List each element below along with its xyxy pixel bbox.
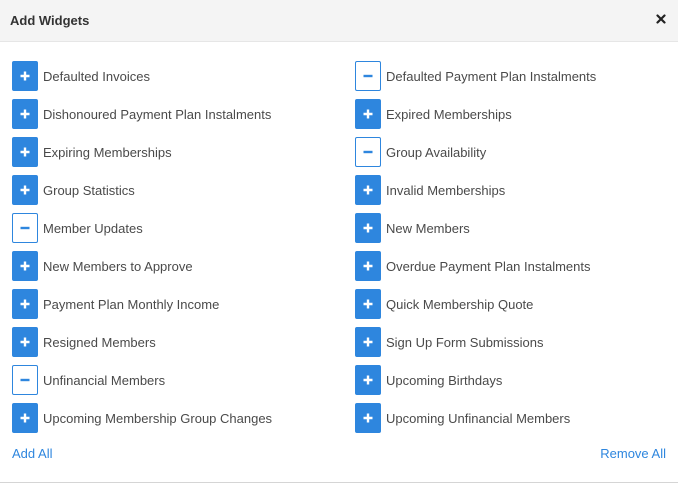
widget-label: New Members to Approve — [43, 258, 193, 274]
widget-item[interactable]: Group Availability — [355, 133, 596, 171]
widget-item[interactable]: Upcoming Birthdays — [355, 361, 596, 399]
widget-item[interactable]: Sign Up Form Submissions — [355, 323, 596, 361]
plus-icon — [363, 375, 373, 385]
widget-label: Upcoming Birthdays — [386, 372, 503, 388]
widget-item[interactable]: New Members to Approve — [12, 247, 272, 285]
minus-icon — [363, 150, 373, 154]
remove-widget-button[interactable] — [355, 137, 381, 167]
add-widget-button[interactable] — [355, 327, 381, 357]
modal-header: Add Widgets — [0, 0, 678, 42]
add-widget-button[interactable] — [355, 289, 381, 319]
widget-item[interactable]: Quick Membership Quote — [355, 285, 596, 323]
widget-label: Payment Plan Monthly Income — [43, 296, 220, 312]
plus-icon — [20, 71, 30, 81]
widget-list-right: Defaulted Payment Plan Instalments Expire… — [355, 57, 596, 437]
widget-label: Upcoming Unfinancial Members — [386, 410, 571, 426]
plus-icon — [20, 299, 30, 309]
widget-label: Defaulted Invoices — [43, 68, 150, 84]
plus-icon — [363, 337, 373, 347]
remove-all-link[interactable]: Remove All — [600, 446, 666, 461]
widget-label: Resigned Members — [43, 334, 156, 350]
widget-item[interactable]: Invalid Memberships — [355, 171, 596, 209]
widget-label: Expired Memberships — [386, 106, 512, 122]
widget-label: Upcoming Membership Group Changes — [43, 410, 273, 426]
widget-item[interactable]: Expired Memberships — [355, 95, 596, 133]
plus-icon — [363, 223, 373, 233]
widget-label: Overdue Payment Plan Instalments — [386, 258, 591, 274]
add-widget-button[interactable] — [355, 251, 381, 281]
widget-label: Dishonoured Payment Plan Instalments — [43, 106, 272, 122]
modal-title: Add Widgets — [10, 13, 90, 28]
widget-item[interactable]: Payment Plan Monthly Income — [12, 285, 272, 323]
minus-icon — [20, 226, 30, 230]
plus-icon — [20, 147, 30, 157]
plus-icon — [363, 413, 373, 423]
widget-item[interactable]: Group Statistics — [12, 171, 272, 209]
remove-widget-button[interactable] — [12, 365, 38, 395]
add-widget-button[interactable] — [355, 99, 381, 129]
plus-icon — [20, 185, 30, 195]
remove-widget-button[interactable] — [12, 213, 38, 243]
widget-label: Invalid Memberships — [386, 182, 506, 198]
widget-label: Member Updates — [43, 220, 143, 236]
add-widget-button[interactable] — [12, 137, 38, 167]
widget-label: Expiring Memberships — [43, 144, 172, 160]
add-widget-button[interactable] — [355, 365, 381, 395]
add-widgets-modal: Add Widgets Defaulted Invoices Dishonoure… — [0, 0, 678, 483]
widget-item[interactable]: Unfinancial Members — [12, 361, 272, 399]
widget-label: Group Availability — [386, 144, 487, 160]
add-widget-button[interactable] — [355, 213, 381, 243]
widget-list-left: Defaulted Invoices Dishonoured Payment Pl… — [12, 57, 272, 437]
plus-icon — [20, 337, 30, 347]
widget-item[interactable]: Overdue Payment Plan Instalments — [355, 247, 596, 285]
widget-item[interactable]: Member Updates — [12, 209, 272, 247]
add-widget-button[interactable] — [12, 327, 38, 357]
close-icon[interactable] — [654, 11, 668, 27]
add-widget-button[interactable] — [355, 403, 381, 433]
widget-item[interactable]: Resigned Members — [12, 323, 272, 361]
widget-label: New Members — [386, 220, 470, 236]
widget-label: Sign Up Form Submissions — [386, 334, 544, 350]
add-widget-button[interactable] — [12, 61, 38, 91]
widget-label: Unfinancial Members — [43, 372, 166, 388]
widget-item[interactable]: Expiring Memberships — [12, 133, 272, 171]
minus-icon — [20, 378, 30, 382]
widget-item[interactable]: Dishonoured Payment Plan Instalments — [12, 95, 272, 133]
remove-widget-button[interactable] — [355, 61, 381, 91]
plus-icon — [20, 109, 30, 119]
plus-icon — [20, 261, 30, 271]
add-widget-button[interactable] — [355, 175, 381, 205]
add-all-link[interactable]: Add All — [12, 446, 52, 461]
widget-item[interactable]: New Members — [355, 209, 596, 247]
add-widget-button[interactable] — [12, 99, 38, 129]
plus-icon — [363, 299, 373, 309]
widget-label: Quick Membership Quote — [386, 296, 534, 312]
plus-icon — [363, 261, 373, 271]
widget-label: Group Statistics — [43, 182, 135, 198]
add-widget-button[interactable] — [12, 289, 38, 319]
add-widget-button[interactable] — [12, 175, 38, 205]
minus-icon — [363, 74, 373, 78]
add-widget-button[interactable] — [12, 403, 38, 433]
plus-icon — [363, 185, 373, 195]
widget-item[interactable]: Upcoming Membership Group Changes — [12, 399, 272, 437]
plus-icon — [20, 413, 30, 423]
widget-item[interactable]: Defaulted Payment Plan Instalments — [355, 57, 596, 95]
widget-item[interactable]: Upcoming Unfinancial Members — [355, 399, 596, 437]
widget-label: Defaulted Payment Plan Instalments — [386, 68, 597, 84]
add-widget-button[interactable] — [12, 251, 38, 281]
plus-icon — [363, 109, 373, 119]
widget-item[interactable]: Defaulted Invoices — [12, 57, 272, 95]
